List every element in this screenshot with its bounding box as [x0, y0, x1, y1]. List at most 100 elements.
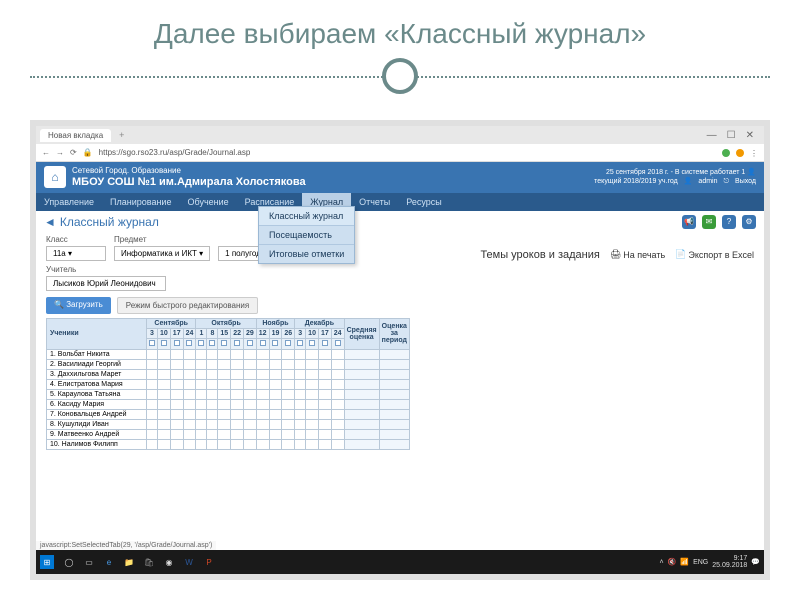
grade-cell[interactable] — [318, 429, 331, 439]
day-header[interactable]: 3 — [147, 328, 158, 338]
grade-cell[interactable] — [318, 439, 331, 449]
grade-cell[interactable] — [147, 439, 158, 449]
export-excel-button[interactable]: 📄 Экспорт в Excel — [675, 249, 754, 260]
day-checkbox[interactable] — [147, 338, 158, 349]
grade-cell[interactable] — [243, 389, 256, 399]
grade-cell[interactable] — [318, 349, 331, 359]
word-icon[interactable]: W — [180, 553, 198, 571]
grade-cell[interactable] — [170, 379, 183, 389]
menu-planning[interactable]: Планирование — [102, 193, 179, 211]
grade-cell[interactable] — [318, 389, 331, 399]
grade-cell[interactable] — [306, 409, 319, 419]
grade-cell[interactable] — [196, 389, 207, 399]
logout-link[interactable]: Выход — [735, 177, 756, 186]
grade-cell[interactable] — [269, 349, 282, 359]
day-header[interactable]: 10 — [158, 328, 171, 338]
day-checkbox[interactable] — [269, 338, 282, 349]
messages-icon[interactable]: ✉ — [702, 215, 716, 229]
grade-cell[interactable] — [147, 379, 158, 389]
grade-cell[interactable] — [231, 419, 244, 429]
grade-cell[interactable] — [282, 419, 295, 429]
period-cell[interactable] — [379, 419, 409, 429]
taskview-icon[interactable]: ▭ — [80, 553, 98, 571]
day-header[interactable]: 8 — [207, 328, 218, 338]
browser-tab[interactable]: Новая вкладка — [40, 129, 111, 142]
grade-cell[interactable] — [147, 419, 158, 429]
day-header[interactable]: 17 — [170, 328, 183, 338]
print-button[interactable]: 🖨 На печать — [610, 249, 665, 260]
new-tab-button[interactable]: + — [115, 130, 128, 140]
grade-cell[interactable] — [231, 379, 244, 389]
student-name-cell[interactable]: 8. Кушулиди Иван — [47, 419, 147, 429]
grade-cell[interactable] — [158, 429, 171, 439]
grade-cell[interactable] — [170, 359, 183, 369]
grade-cell[interactable] — [256, 369, 269, 379]
help-icon[interactable]: ? — [722, 215, 736, 229]
grade-cell[interactable] — [331, 389, 344, 399]
day-checkbox[interactable] — [295, 338, 306, 349]
grade-cell[interactable] — [170, 399, 183, 409]
grade-cell[interactable] — [295, 369, 306, 379]
day-checkbox[interactable] — [231, 338, 244, 349]
grade-cell[interactable] — [158, 379, 171, 389]
period-cell[interactable] — [379, 359, 409, 369]
grade-cell[interactable] — [318, 409, 331, 419]
period-cell[interactable] — [379, 349, 409, 359]
grade-cell[interactable] — [183, 429, 196, 439]
menu-management[interactable]: Управление — [36, 193, 102, 211]
day-header[interactable]: 1 — [196, 328, 207, 338]
period-cell[interactable] — [379, 399, 409, 409]
window-close-icon[interactable]: ✕ — [746, 130, 754, 141]
notify-icon[interactable]: 📢 — [682, 215, 696, 229]
grade-cell[interactable] — [170, 409, 183, 419]
grade-cell[interactable] — [256, 389, 269, 399]
tray-chevron-icon[interactable]: ˄ — [660, 559, 664, 566]
user-name[interactable]: admin — [698, 177, 717, 186]
day-checkbox[interactable] — [218, 338, 231, 349]
grade-cell[interactable] — [282, 359, 295, 369]
grade-cell[interactable] — [318, 419, 331, 429]
grade-cell[interactable] — [183, 379, 196, 389]
grade-cell[interactable] — [158, 419, 171, 429]
grade-cell[interactable] — [231, 439, 244, 449]
student-name-cell[interactable]: 10. Налимов Филипп — [47, 439, 147, 449]
grade-cell[interactable] — [196, 409, 207, 419]
grade-cell[interactable] — [306, 439, 319, 449]
grade-cell[interactable] — [269, 399, 282, 409]
period-cell[interactable] — [379, 389, 409, 399]
settings-icon[interactable]: ⚙ — [742, 215, 756, 229]
grade-cell[interactable] — [295, 349, 306, 359]
grade-cell[interactable] — [207, 389, 218, 399]
grade-cell[interactable] — [218, 369, 231, 379]
grade-cell[interactable] — [147, 349, 158, 359]
grade-cell[interactable] — [158, 369, 171, 379]
grade-cell[interactable] — [218, 399, 231, 409]
explorer-icon[interactable]: 📁 — [120, 553, 138, 571]
grade-cell[interactable] — [183, 409, 196, 419]
day-header[interactable]: 26 — [282, 328, 295, 338]
start-button[interactable]: ⊞ — [40, 555, 54, 569]
grade-cell[interactable] — [269, 389, 282, 399]
day-checkbox[interactable] — [207, 338, 218, 349]
grade-cell[interactable] — [158, 389, 171, 399]
grade-cell[interactable] — [207, 349, 218, 359]
grade-cell[interactable] — [218, 409, 231, 419]
nav-back-icon[interactable]: ← — [42, 148, 50, 157]
grade-cell[interactable] — [218, 419, 231, 429]
grade-cell[interactable] — [318, 379, 331, 389]
day-header[interactable]: 24 — [331, 328, 344, 338]
grade-cell[interactable] — [282, 389, 295, 399]
dropdown-final-grades[interactable]: Итоговые отметки — [259, 245, 354, 263]
grade-cell[interactable] — [196, 349, 207, 359]
student-name-cell[interactable]: 5. Караулова Татьяна — [47, 389, 147, 399]
period-cell[interactable] — [379, 409, 409, 419]
subject-select[interactable]: Информатика и ИКТ ▾ — [114, 246, 210, 261]
grade-cell[interactable] — [243, 409, 256, 419]
chevron-left-icon[interactable]: ◄ — [44, 215, 56, 229]
grade-cell[interactable] — [158, 359, 171, 369]
grade-cell[interactable] — [243, 419, 256, 429]
day-checkbox[interactable] — [256, 338, 269, 349]
day-checkbox[interactable] — [196, 338, 207, 349]
window-minimize-icon[interactable]: — — [707, 130, 717, 141]
grade-cell[interactable] — [147, 429, 158, 439]
